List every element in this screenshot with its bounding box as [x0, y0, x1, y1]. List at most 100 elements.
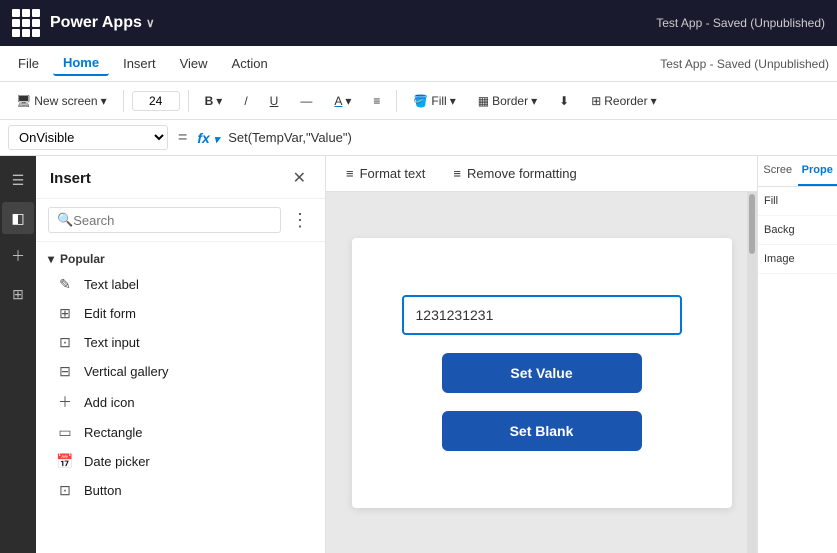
menu-item-file[interactable]: File: [8, 52, 49, 75]
canvas-content: Set Value Set Blank: [326, 192, 757, 553]
scrollbar-thumb[interactable]: [749, 194, 755, 254]
date-picker-icon: 📅: [56, 453, 74, 470]
align-button[interactable]: ≡: [365, 90, 388, 112]
toolbar: 🖥 New screen ▾ 24 B▾ / U — A ▾ ≡ 🪣 Fill …: [0, 82, 837, 120]
fill-button[interactable]: 🪣 Fill ▾: [405, 90, 463, 112]
right-tab-properties[interactable]: Prope: [798, 156, 837, 186]
app-status-label: Test App - Saved (Unpublished): [656, 16, 825, 30]
remove-formatting-tab[interactable]: ≡ Remove formatting: [441, 160, 588, 187]
search-input[interactable]: [73, 213, 272, 228]
prop-image: Image: [758, 245, 837, 274]
font-size-input[interactable]: 24: [132, 91, 180, 111]
format-text-tab[interactable]: ≡ Format text: [334, 160, 437, 187]
insert-item-add-icon[interactable]: ＋ Add icon: [48, 386, 313, 418]
slash-button[interactable]: /: [236, 90, 255, 112]
insert-item-date-picker[interactable]: 📅 Date picker: [48, 447, 313, 476]
plugin-icon[interactable]: ⊞: [2, 278, 34, 310]
reorder-chevron-icon: ▾: [651, 94, 657, 108]
popular-section-header[interactable]: ▾ Popular: [48, 248, 313, 270]
border-button[interactable]: ▦ Border ▾: [470, 90, 545, 112]
layers-icon[interactable]: ◧: [2, 202, 34, 234]
insert-item-vertical-gallery[interactable]: ⊟ Vertical gallery: [48, 357, 313, 386]
formula-fx-button[interactable]: fx ▾: [197, 130, 219, 146]
set-blank-button[interactable]: Set Blank: [442, 411, 642, 451]
prop-background: Backg: [758, 216, 837, 245]
formula-bar: OnVisible = fx ▾ Set(TempVar,"Value"): [0, 120, 837, 156]
underline-button[interactable]: U: [262, 90, 287, 112]
waffle-icon[interactable]: [12, 9, 40, 37]
right-tab-screen[interactable]: Scree: [758, 156, 798, 186]
app-title: Power Apps ∨: [50, 14, 155, 32]
bold-chevron-icon: ▾: [216, 94, 222, 108]
bold-button[interactable]: B▾: [197, 90, 231, 112]
dropdown-button[interactable]: ⬇: [551, 90, 577, 112]
remove-formatting-icon: ≡: [453, 166, 461, 181]
add-icon[interactable]: ＋: [2, 240, 34, 272]
insert-item-rectangle[interactable]: ▭ Rectangle: [48, 418, 313, 447]
button-icon: ⊡: [56, 482, 74, 499]
section-title: Popular: [60, 252, 105, 266]
main-layout: ☰ ◧ ＋ ⊞ Insert ✕ 🔍 ⋮ ▾ Popular ✎ Text la…: [0, 156, 837, 553]
edit-form-icon: ⊞: [56, 305, 74, 322]
format-tabs: ≡ Format text ≡ Remove formatting: [326, 156, 757, 192]
insert-section-popular: ▾ Popular ✎ Text label ⊞ Edit form ⊡ Tex…: [36, 242, 325, 505]
fx-chevron-icon: ▾: [214, 134, 220, 146]
menu-item-action[interactable]: Action: [222, 52, 278, 75]
insert-item-button[interactable]: ⊡ Button: [48, 476, 313, 505]
insert-header: Insert ✕: [36, 156, 325, 199]
formula-equals: =: [174, 129, 191, 147]
toolbar-sep-3: [396, 90, 397, 112]
search-bar: 🔍 ⋮: [36, 199, 325, 242]
text-input-icon: ⊡: [56, 334, 74, 351]
reorder-icon: ⊞: [591, 94, 601, 108]
rectangle-icon: ▭: [56, 424, 74, 441]
border-chevron-icon: ▾: [531, 94, 537, 108]
font-color-button[interactable]: A ▾: [326, 90, 359, 112]
right-panel: Scree Prope Fill Backg Image: [757, 156, 837, 553]
search-input-wrap[interactable]: 🔍: [48, 207, 281, 233]
insert-panel: Insert ✕ 🔍 ⋮ ▾ Popular ✎ Text label ⊞ Ed…: [36, 156, 326, 553]
property-selector[interactable]: OnVisible: [8, 125, 168, 150]
reorder-button[interactable]: ⊞ Reorder ▾: [583, 90, 664, 112]
strikethrough-button[interactable]: —: [292, 90, 320, 112]
fill-icon: 🪣: [413, 94, 428, 108]
search-icon: 🔍: [57, 212, 73, 228]
new-screen-chevron-icon: ▾: [101, 94, 107, 108]
formula-input[interactable]: Set(TempVar,"Value"): [225, 127, 829, 148]
fill-chevron-icon: ▾: [450, 94, 456, 108]
insert-item-edit-form[interactable]: ⊞ Edit form: [48, 299, 313, 328]
text-label-icon: ✎: [56, 276, 74, 293]
app-name-label: Power Apps: [50, 14, 142, 32]
section-chevron-icon: ▾: [48, 252, 54, 266]
title-status-label: Test App - Saved (Unpublished): [660, 57, 829, 71]
canvas-area: ≡ Format text ≡ Remove formatting Set Va…: [326, 156, 757, 553]
insert-title: Insert: [50, 170, 91, 187]
hamburger-menu-icon[interactable]: ☰: [2, 164, 34, 196]
set-value-button[interactable]: Set Value: [442, 353, 642, 393]
right-tabs: Scree Prope: [758, 156, 837, 187]
screen-icon: 🖥: [16, 94, 31, 108]
border-icon: ▦: [478, 94, 489, 108]
add-insert-icon: ＋: [56, 392, 74, 412]
close-insert-button[interactable]: ✕: [288, 166, 311, 190]
more-options-button[interactable]: ⋮: [287, 208, 313, 233]
format-text-icon: ≡: [346, 166, 354, 181]
menu-item-home[interactable]: Home: [53, 51, 109, 76]
vertical-gallery-icon: ⊟: [56, 363, 74, 380]
toolbar-separator: [123, 90, 124, 112]
app-chevron-icon[interactable]: ∨: [146, 16, 155, 30]
menu-item-insert[interactable]: Insert: [113, 52, 166, 75]
font-color-chevron-icon: ▾: [345, 94, 351, 108]
title-bar: Power Apps ∨ Test App - Saved (Unpublish…: [0, 0, 837, 46]
canvas-scrollbar[interactable]: [747, 192, 757, 553]
insert-item-text-label[interactable]: ✎ Text label: [48, 270, 313, 299]
prop-fill: Fill: [758, 187, 837, 216]
insert-item-text-input[interactable]: ⊡ Text input: [48, 328, 313, 357]
menu-bar: File Home Insert View Action Test App - …: [0, 46, 837, 82]
new-screen-button[interactable]: 🖥 New screen ▾: [8, 90, 115, 112]
canvas-frame: Set Value Set Blank: [352, 238, 732, 508]
canvas-text-input[interactable]: [402, 295, 682, 335]
side-icons-panel: ☰ ◧ ＋ ⊞: [0, 156, 36, 553]
menu-item-view[interactable]: View: [170, 52, 218, 75]
toolbar-separator-2: [188, 90, 189, 112]
